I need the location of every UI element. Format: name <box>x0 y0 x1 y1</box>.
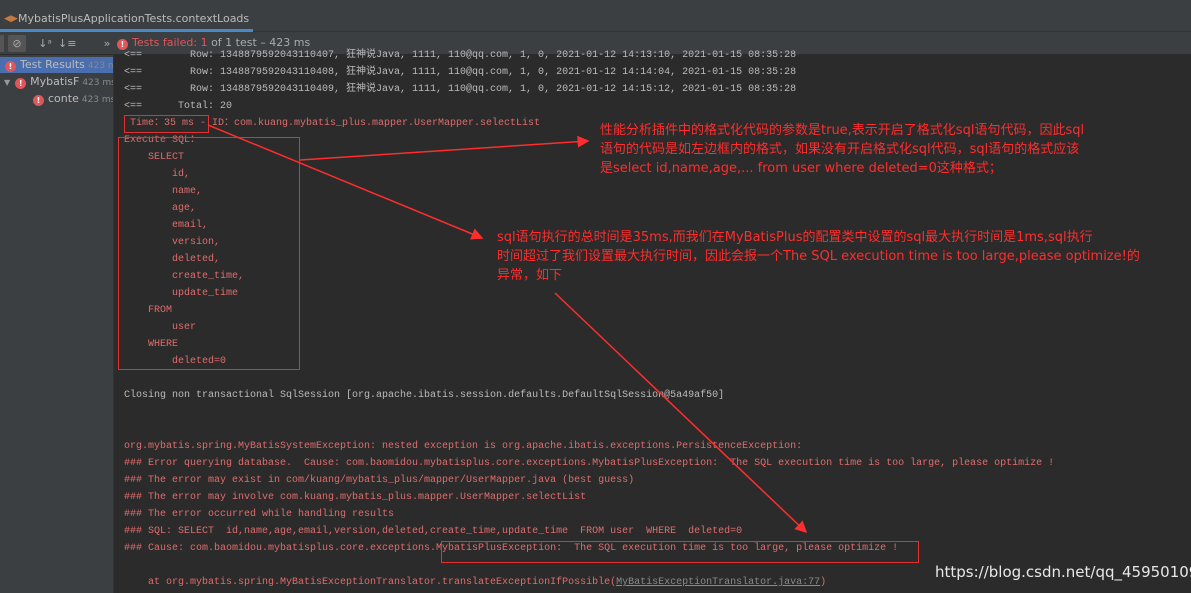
tree-item-test-results[interactable]: !Test Results423 ms <box>0 57 113 73</box>
tree-item-test-method[interactable]: ! conte 423 ms <box>33 91 113 107</box>
expand-arrow-icon[interactable]: ▼ <box>4 78 10 87</box>
source-link[interactable]: MyBatisExceptionTranslator.java:77 <box>616 577 820 588</box>
console-line: <== Total: 20 <box>124 101 233 112</box>
annotation-box-sql <box>118 137 300 370</box>
sort-duration-icon[interactable]: ↓≡ <box>58 35 76 52</box>
error-icon: ! <box>5 61 16 72</box>
tab-bar: ◀▶ MybatisPlusApplicationTests.contextLo… <box>0 0 1191 47</box>
rerun-button[interactable] <box>0 35 4 52</box>
annotation-note-format: 性能分析插件中的格式化代码的参数是true,表示开启了格式化sql语句代码，因此… <box>600 123 1085 176</box>
console-line: Closing non transactional SqlSession [or… <box>124 390 725 401</box>
console-line: ### The error may involve com.kuang.myba… <box>124 492 587 503</box>
sort-alpha-icon[interactable]: ↓ᵃ <box>36 35 54 52</box>
console-line: <== Row: 1348879592043110408, 狂神说Java, 1… <box>124 67 797 78</box>
console-line: <== Row: 1348879592043110409, 狂神说Java, 1… <box>124 84 797 95</box>
annotation-box-time <box>124 115 209 133</box>
console-line: ### SQL: SELECT id,name,age,email,versio… <box>124 526 743 537</box>
annotation-box-exception <box>441 541 919 563</box>
tree-item-test-class[interactable]: ▼! MybatisF 423 ms <box>4 74 113 90</box>
console-line: ### The error occurred while handling re… <box>124 509 395 520</box>
test-tree: !Test Results423 ms ▼!MybatisF423 ms !co… <box>0 55 114 593</box>
watermark: https://blog.csdn.net/qq_45950109 <box>935 563 1191 581</box>
console-line: org.mybatis.spring.MyBatisSystemExceptio… <box>124 441 809 452</box>
tab-run-config[interactable]: ◀▶ MybatisPlusApplicationTests.contextLo… <box>0 8 253 47</box>
console-line: ### The error may exist in com/kuang/myb… <box>124 475 635 486</box>
run-config-icon: ◀▶ <box>4 14 18 24</box>
console-line: <== Row: 1348879592043110407, 狂神说Java, 1… <box>124 50 797 61</box>
console-line: ### Error querying database. Cause: com.… <box>124 458 1055 469</box>
tab-title: MybatisPlusApplicationTests.contextLoads <box>18 12 250 25</box>
annotation-note-time: sql语句执行的总时间是35ms,而我们在MyBatisPlus的配置类中设置的… <box>497 230 1140 283</box>
error-icon: ! <box>15 78 27 89</box>
stop-icon[interactable]: ⊘ <box>8 35 26 52</box>
error-icon: ! <box>33 95 44 106</box>
